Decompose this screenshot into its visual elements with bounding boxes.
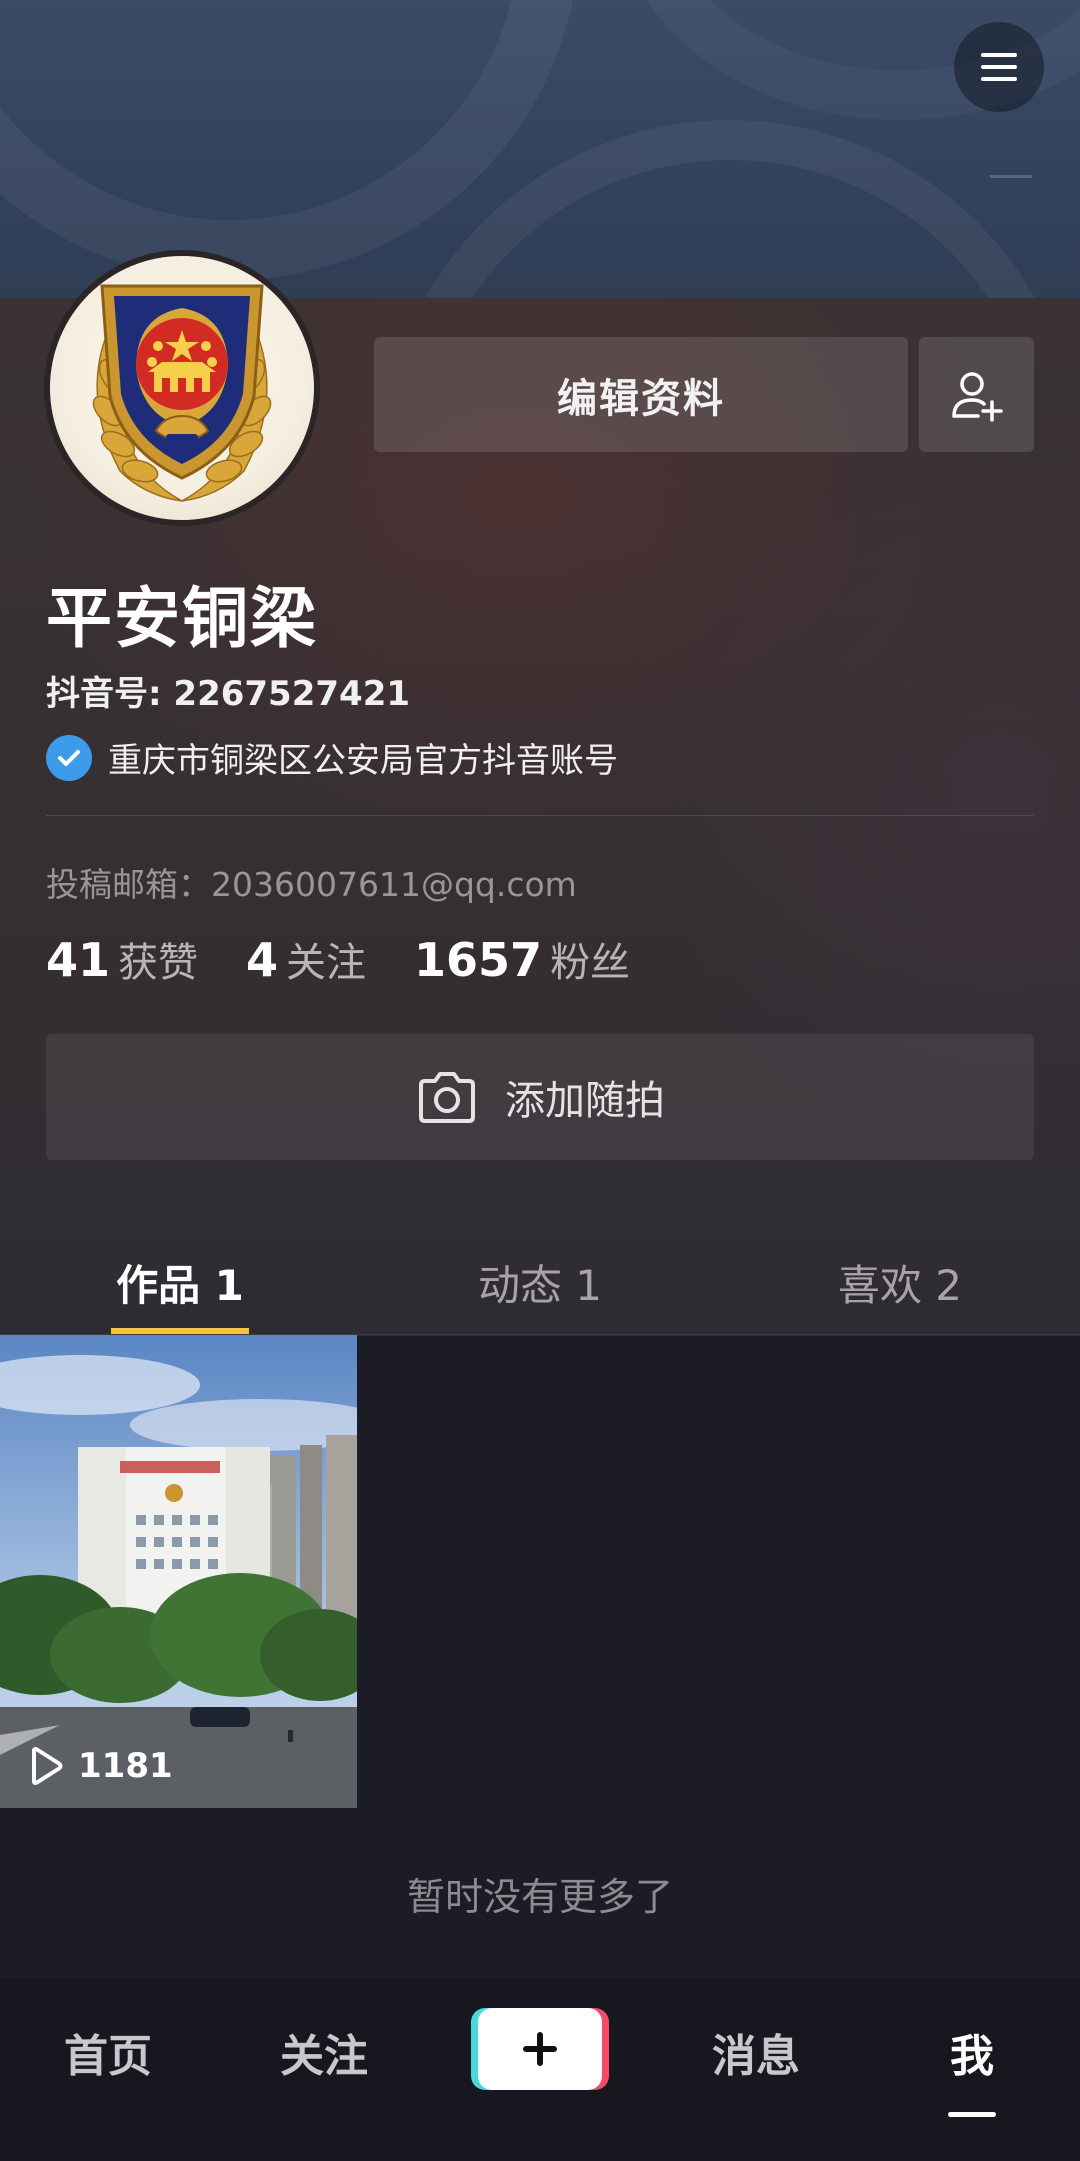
divider <box>46 815 1034 816</box>
tab-works[interactable]: 作品 1 <box>0 1230 360 1334</box>
profile-screen: 编辑资料 平安铜梁 抖音号: 2267527421 重庆市铜梁区公安局官方抖音账… <box>0 0 1080 2161</box>
tab-likes[interactable]: 喜欢 2 <box>720 1230 1080 1334</box>
stat-number: 4 <box>246 933 279 987</box>
no-more-text: 暂时没有更多了 <box>406 1875 673 1919</box>
nav-messages[interactable]: 消息 <box>648 1978 864 2161</box>
cover-decoration <box>990 175 1032 178</box>
plus-icon <box>523 2032 557 2066</box>
stats-row: 41 获赞 4 关注 1657 粉丝 <box>46 930 678 988</box>
nav-follow-label: 关注 <box>280 2031 368 2082</box>
stat-label: 关注 <box>286 940 367 986</box>
stat-number: 1657 <box>414 933 543 987</box>
tab-moments[interactable]: 动态 1 <box>360 1230 720 1334</box>
play-count-value: 1181 <box>78 1746 173 1786</box>
play-icon <box>32 1747 63 1785</box>
video-cover-image <box>0 1335 357 1808</box>
verified-line: 重庆市铜梁区公安局官方抖音账号 <box>46 733 618 782</box>
bottom-navigation: 首页 关注 消息 我 <box>0 1978 1080 2161</box>
add-snapshot-label: 添加随拍 <box>505 1078 665 1124</box>
nav-messages-label: 消息 <box>712 2031 800 2082</box>
add-friend-button[interactable] <box>919 337 1034 452</box>
verified-badge-icon <box>46 734 92 781</box>
edit-profile-button[interactable]: 编辑资料 <box>374 337 908 452</box>
nav-follow[interactable]: 关注 <box>216 1978 432 2161</box>
create-button[interactable] <box>478 2008 602 2090</box>
stat-label: 获赞 <box>118 940 199 986</box>
camera-icon <box>419 1072 475 1123</box>
menu-button[interactable] <box>954 22 1044 112</box>
stat-followers[interactable]: 1657 粉丝 <box>414 930 630 988</box>
stat-number: 41 <box>46 933 111 987</box>
nav-home[interactable]: 首页 <box>0 1978 216 2161</box>
add-snapshot-button[interactable]: 添加随拍 <box>46 1034 1034 1160</box>
stat-label: 粉丝 <box>550 940 631 986</box>
submission-email: 投稿邮箱：2036007611@qq.com <box>46 865 577 904</box>
active-indicator <box>948 2112 996 2117</box>
nav-me-label: 我 <box>950 2031 994 2082</box>
profile-tabs: 作品 1 动态 1 喜欢 2 <box>0 1230 1080 1334</box>
nav-me[interactable]: 我 <box>864 1978 1080 2161</box>
profile-name: 平安铜梁 <box>46 580 318 657</box>
avatar[interactable] <box>44 250 320 526</box>
police-emblem-image <box>50 256 314 520</box>
stat-likes[interactable]: 41 获赞 <box>46 930 198 988</box>
video-thumbnail[interactable]: 1181 <box>0 1335 357 1808</box>
douyin-id[interactable]: 抖音号: 2267527421 <box>46 666 410 715</box>
play-count: 1181 <box>28 1746 173 1786</box>
nav-home-label: 首页 <box>64 2031 152 2082</box>
add-user-icon <box>951 371 1003 422</box>
stat-following[interactable]: 4 关注 <box>246 930 366 988</box>
verified-text: 重庆市铜梁区公安局官方抖音账号 <box>108 741 618 781</box>
hamburger-menu-icon <box>981 53 1017 81</box>
nav-create <box>432 1978 648 2161</box>
